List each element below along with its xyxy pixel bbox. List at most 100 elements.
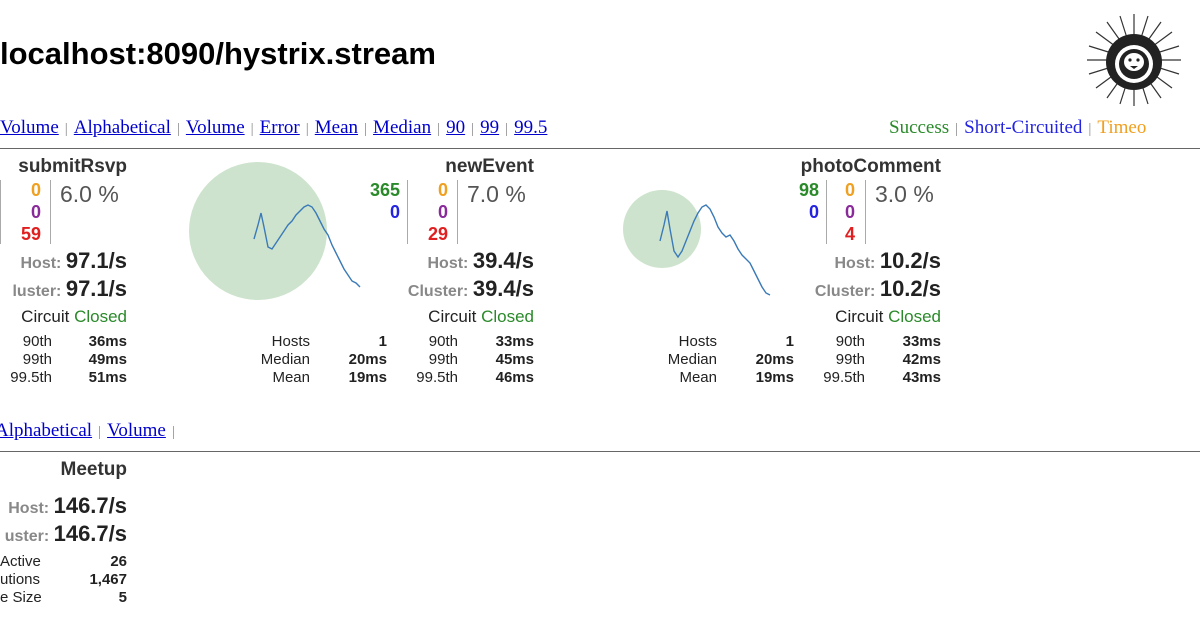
rejected-count: 0 [30, 202, 41, 222]
page-title: localhost:8090/hystrix.stream [0, 36, 436, 71]
sort-99-link[interactable]: 99 [480, 117, 499, 138]
commands-divider [0, 148, 1200, 149]
p90-value: 33ms [902, 333, 941, 350]
timeout-count: 0 [30, 180, 41, 200]
pools-divider [0, 451, 1200, 452]
counter-divider [50, 180, 51, 244]
sort-median-link[interactable]: Median [373, 117, 431, 138]
percentile-labels: 90th 99th 99.5th [416, 333, 458, 387]
percentile-labels: 90th 99th 99.5th [823, 333, 865, 387]
cluster-rate: 10.2/s [879, 276, 941, 301]
sort-error-link[interactable]: Error [260, 117, 300, 138]
command-sort-bar: Volume | Alphabetical | Volume | Error | Mean | Me… [0, 117, 547, 139]
median-value: 20ms [755, 351, 794, 368]
host-rate: 10.2/s [879, 248, 941, 273]
pool-stat-values: 26 1,467 5 [89, 553, 127, 607]
short-circuited-count: 0 [389, 202, 400, 222]
cluster-label: luster: [12, 283, 62, 300]
command-name: newEvent [445, 156, 534, 177]
host-stat-values: 1 20ms 19ms [349, 333, 387, 387]
host-rate-row: Host: 10.2/s [834, 248, 941, 274]
p995-label: 99.5th [10, 369, 52, 386]
health-graph [189, 162, 361, 300]
host-label: Host: [427, 255, 469, 272]
counter-divider [0, 180, 1, 244]
sort-alphabetical-link[interactable]: Alphabetical [74, 117, 171, 138]
host-rate: 146.7/s [53, 493, 127, 518]
sort-volume-link[interactable]: Volume [0, 117, 59, 138]
mean-label: Mean [679, 369, 717, 386]
executions-label: utions [0, 571, 41, 588]
hosts-label: Hosts [678, 333, 717, 350]
command-name: submitRsvp [18, 156, 127, 177]
command-name: photoComment [800, 156, 941, 177]
legend-success: Success [889, 117, 950, 138]
sort-99.5-link[interactable]: 99.5 [514, 117, 547, 138]
queue-size-label: e Size [0, 589, 42, 606]
circuit-status: Closed [481, 307, 534, 326]
cluster-rate-row: Cluster: 39.4/s [408, 276, 534, 302]
p99-label: 99th [428, 351, 458, 368]
p90-label: 90th [835, 333, 865, 350]
p995-value: 51ms [88, 369, 127, 386]
counter-divider [407, 180, 408, 244]
counter-divider [826, 180, 827, 244]
sort-volume-link-2[interactable]: Volume [186, 117, 245, 138]
cluster-rate-row: Cluster: 10.2/s [815, 276, 941, 302]
host-label: Host: [20, 255, 62, 272]
rejected-count: 0 [437, 202, 448, 222]
cluster-rate: 97.1/s [65, 276, 127, 301]
pool-sort-alphabetical-link[interactable]: Alphabetical [0, 420, 92, 441]
circuit-label: Circuit [835, 307, 884, 326]
mean-value: 19ms [755, 369, 794, 386]
active-value: 26 [110, 553, 127, 570]
legend: Success | Short-Circuited | Timeo [889, 117, 1146, 139]
separator: | [171, 424, 175, 440]
pool-cluster-rate-row: uster: 146.7/s [5, 521, 127, 547]
p995-label: 99.5th [823, 369, 865, 386]
queue-size-value: 5 [118, 589, 127, 606]
volume-circle [623, 190, 701, 268]
hosts-value: 1 [378, 333, 387, 350]
p90-value: 36ms [88, 333, 127, 350]
p99-label: 99th [835, 351, 865, 368]
median-value: 20ms [348, 351, 387, 368]
pool-stat-labels: Active utions e Size [0, 553, 42, 607]
error-percentage: 7.0 % [467, 181, 526, 207]
host-stat-labels: Hosts Median Mean [261, 333, 310, 387]
host-stat-labels: Hosts Median Mean [668, 333, 717, 387]
median-label: Median [260, 351, 310, 368]
rejected-count: 0 [844, 202, 855, 222]
hosts-label: Hosts [271, 333, 310, 350]
executions-value: 1,467 [89, 571, 127, 588]
hosts-value: 1 [785, 333, 794, 350]
cluster-rate: 39.4/s [472, 276, 534, 301]
circuit-status-row: Circuit Closed [21, 307, 127, 327]
error-percentage: 6.0 % [60, 181, 119, 207]
cluster-label: Cluster: [814, 283, 876, 300]
cluster-rate: 146.7/s [53, 521, 127, 546]
sort-mean-link[interactable]: Mean [315, 117, 358, 138]
p90-value: 33ms [495, 333, 534, 350]
percentile-values: 36ms 49ms 51ms [89, 333, 127, 387]
p995-label: 99.5th [416, 369, 458, 386]
separator: | [471, 121, 475, 137]
timeout-count: 0 [437, 180, 448, 200]
separator: | [250, 121, 254, 137]
counter-divider [865, 180, 866, 244]
separator: | [64, 121, 68, 137]
pool-sort-volume-link[interactable]: Volume [107, 420, 166, 441]
error-percentage: 3.0 % [875, 181, 934, 207]
median-label: Median [667, 351, 717, 368]
circuit-status-row: Circuit Closed [835, 307, 941, 327]
separator: | [305, 121, 309, 137]
p90-label: 90th [22, 333, 52, 350]
percentile-values: 33ms 42ms 43ms [903, 333, 941, 387]
p99-value: 45ms [495, 351, 534, 368]
separator: | [1088, 121, 1092, 137]
counter-divider [457, 180, 458, 244]
separator: | [98, 424, 102, 440]
sort-90-link[interactable]: 90 [446, 117, 465, 138]
timeout-count: 0 [844, 180, 855, 200]
circuit-status-row: Circuit Closed [428, 307, 534, 327]
